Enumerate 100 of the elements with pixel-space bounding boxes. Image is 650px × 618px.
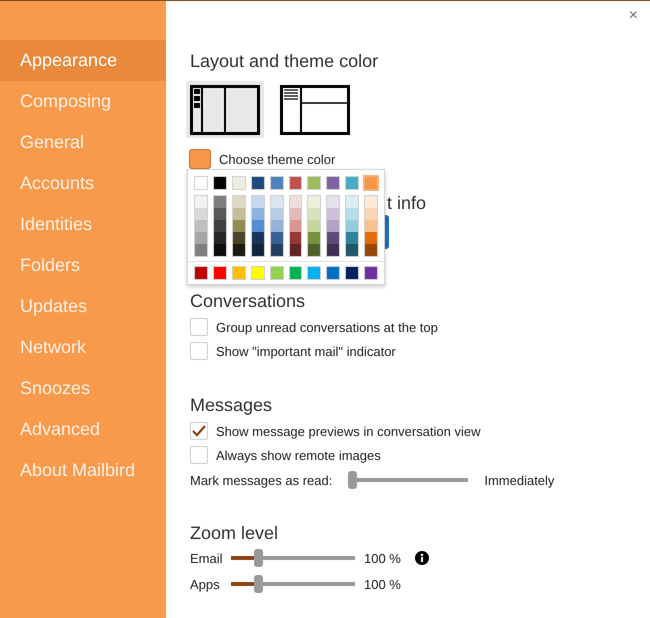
color-swatch[interactable]: [327, 196, 340, 208]
color-swatch[interactable]: [270, 176, 284, 190]
section-title: Messages: [190, 394, 274, 417]
section-title: Zoom level: [190, 522, 280, 545]
color-swatch[interactable]: [232, 220, 245, 232]
color-swatch[interactable]: [290, 196, 302, 208]
color-swatch[interactable]: [194, 266, 208, 280]
color-swatch[interactable]: [346, 220, 358, 232]
color-swatch[interactable]: [288, 266, 302, 280]
color-swatch[interactable]: [252, 232, 264, 244]
checkbox[interactable]: [190, 342, 208, 360]
theme-color-swatch[interactable]: [189, 149, 211, 169]
color-swatch[interactable]: [308, 220, 320, 232]
color-swatch[interactable]: [326, 176, 340, 190]
layout-option[interactable]: [186, 81, 264, 138]
color-swatch[interactable]: [212, 176, 227, 190]
color-swatch[interactable]: [308, 196, 320, 208]
slider-value: Immediately: [484, 472, 554, 488]
color-swatch[interactable]: [232, 196, 245, 208]
color-swatch[interactable]: [232, 244, 245, 256]
color-swatch[interactable]: [290, 244, 302, 256]
color-swatch[interactable]: [195, 196, 207, 208]
color-swatch[interactable]: [327, 220, 340, 232]
sidebar-item[interactable]: Accounts: [0, 163, 166, 204]
color-swatch[interactable]: [364, 266, 378, 280]
slider-value: 100 %: [364, 576, 401, 592]
slider-thumb[interactable]: [254, 575, 263, 593]
color-swatch[interactable]: [326, 266, 340, 280]
checkbox[interactable]: [190, 318, 208, 336]
color-swatch[interactable]: [308, 232, 320, 244]
color-swatch[interactable]: [270, 196, 283, 208]
color-swatch[interactable]: [327, 244, 340, 256]
color-swatch[interactable]: [307, 176, 322, 190]
color-swatch[interactable]: [270, 232, 283, 244]
color-swatch[interactable]: [365, 208, 378, 220]
color-swatch[interactable]: [327, 208, 340, 220]
close-button[interactable]: ×: [628, 7, 638, 25]
color-swatch[interactable]: [346, 196, 358, 208]
color-swatch[interactable]: [252, 220, 264, 232]
color-swatch[interactable]: [212, 266, 227, 280]
sidebar-item[interactable]: Identities: [0, 204, 166, 245]
color-swatch[interactable]: [346, 208, 358, 220]
sidebar-item[interactable]: Updates: [0, 286, 166, 327]
color-swatch[interactable]: [194, 176, 208, 190]
color-swatch[interactable]: [195, 208, 207, 220]
info-icon[interactable]: [414, 551, 429, 565]
sidebar-item[interactable]: Advanced: [0, 409, 166, 450]
slider-thumb[interactable]: [254, 549, 263, 567]
checkbox[interactable]: [190, 422, 208, 440]
sidebar-item[interactable]: Composing: [0, 81, 166, 122]
section-title: Conversations: [190, 290, 306, 313]
color-swatch[interactable]: [270, 208, 283, 220]
color-swatch[interactable]: [308, 208, 320, 220]
color-swatch[interactable]: [345, 266, 360, 280]
color-swatch[interactable]: [307, 266, 322, 280]
color-swatch[interactable]: [308, 244, 320, 256]
color-swatch[interactable]: [252, 208, 264, 220]
color-swatch[interactable]: [365, 244, 378, 256]
color-swatch[interactable]: [365, 232, 378, 244]
color-swatch[interactable]: [364, 176, 378, 190]
sidebar-item[interactable]: Folders: [0, 245, 166, 286]
color-swatch[interactable]: [195, 220, 207, 232]
color-swatch[interactable]: [214, 220, 226, 232]
color-swatch[interactable]: [214, 232, 226, 244]
color-swatch[interactable]: [250, 266, 265, 280]
sidebar-item[interactable]: Snoozes: [0, 368, 166, 409]
sidebar-item[interactable]: About Mailbird: [0, 450, 166, 491]
color-swatch[interactable]: [214, 196, 226, 208]
color-swatch[interactable]: [290, 232, 302, 244]
color-swatch[interactable]: [345, 176, 360, 190]
color-swatch[interactable]: [232, 266, 246, 280]
color-swatch[interactable]: [365, 196, 378, 208]
color-swatch[interactable]: [346, 244, 358, 256]
color-swatch[interactable]: [270, 220, 283, 232]
checkbox-label: Group unread conversations at the top: [216, 320, 438, 334]
color-swatch[interactable]: [195, 232, 207, 244]
color-swatch[interactable]: [252, 196, 264, 208]
sidebar-item[interactable]: Network: [0, 327, 166, 368]
color-swatch[interactable]: [214, 208, 226, 220]
color-swatch[interactable]: [232, 176, 246, 190]
sidebar-item[interactable]: General: [0, 122, 166, 163]
slider-thumb[interactable]: [348, 471, 358, 489]
color-swatch[interactable]: [290, 220, 302, 232]
color-swatch[interactable]: [232, 208, 245, 220]
color-swatch[interactable]: [195, 244, 207, 256]
color-swatch[interactable]: [365, 220, 378, 232]
color-swatch[interactable]: [346, 232, 358, 244]
color-swatch[interactable]: [327, 232, 340, 244]
checkbox[interactable]: [190, 446, 208, 464]
theme-color-label: Choose theme color: [219, 152, 336, 166]
color-swatch[interactable]: [270, 244, 283, 256]
color-swatch[interactable]: [290, 208, 302, 220]
color-swatch[interactable]: [214, 244, 226, 256]
sidebar-item[interactable]: Appearance: [0, 40, 166, 81]
color-swatch[interactable]: [252, 244, 264, 256]
color-swatch[interactable]: [288, 176, 302, 190]
slider-value: 100 %: [364, 550, 401, 566]
color-swatch[interactable]: [232, 232, 245, 244]
color-swatch[interactable]: [250, 176, 265, 190]
color-swatch[interactable]: [270, 266, 284, 280]
